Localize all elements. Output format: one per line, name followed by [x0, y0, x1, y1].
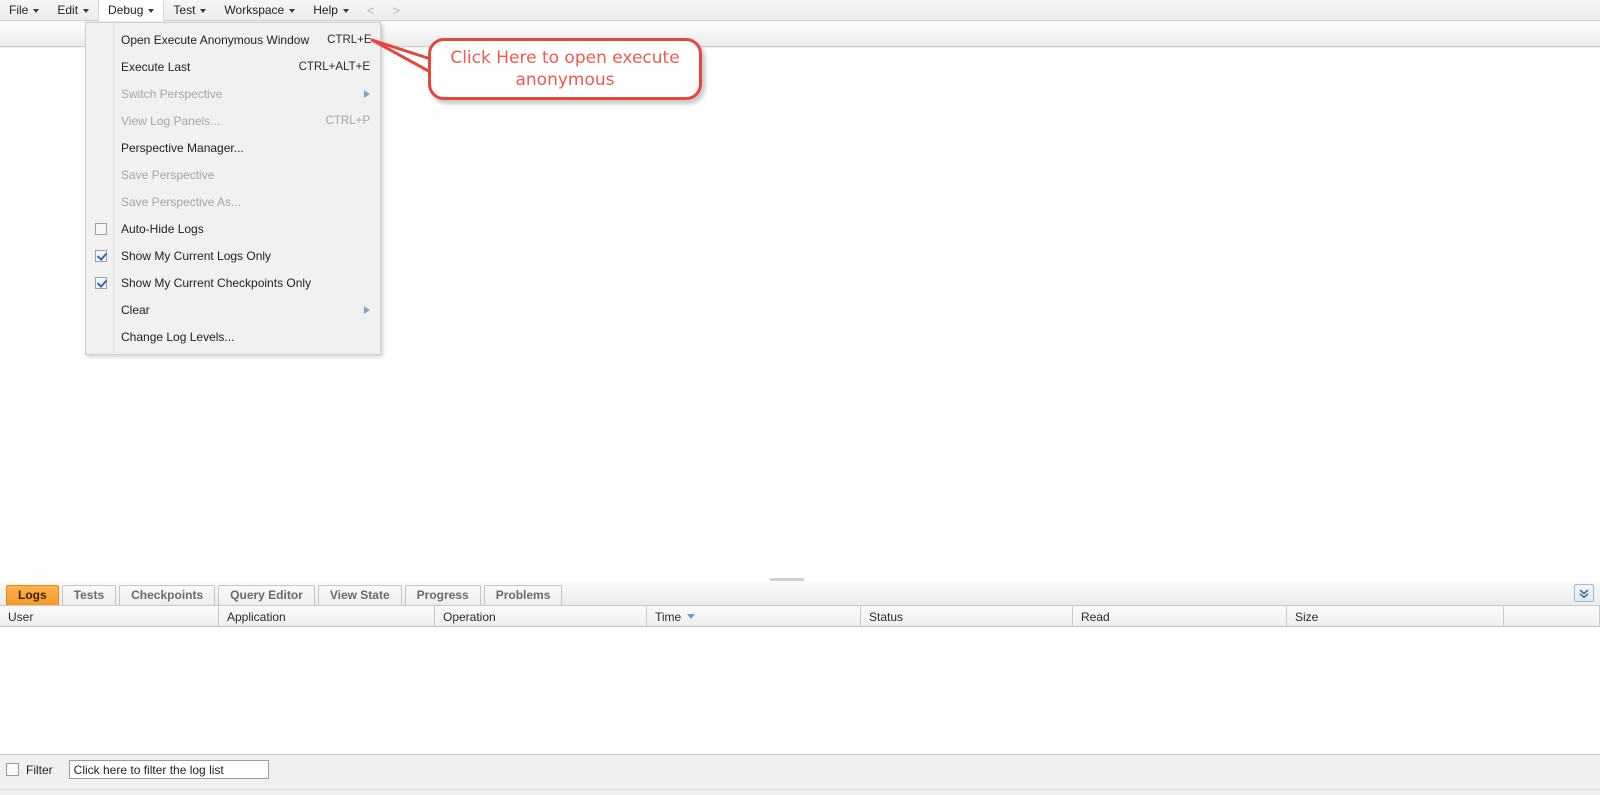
menu-item-change-log-levels[interactable]: Change Log Levels... [86, 323, 380, 350]
status-bar [0, 789, 1600, 795]
log-grid-header: User Application Operation Time Status Read Si… [0, 606, 1600, 627]
bottom-tab-strip: Logs Tests Checkpoints Query Editor View Sta… [0, 582, 1600, 606]
menubar-item-label: Debug [108, 2, 144, 17]
chevron-down-icon [83, 9, 90, 13]
filter-checkbox[interactable] [6, 763, 19, 776]
menubar-item-workspace[interactable]: Workspace [215, 0, 304, 21]
menu-item-shortcut: CTRL+E [327, 33, 372, 46]
menu-item-label: Save Perspective As... [121, 194, 242, 209]
menu-item-label: Show My Current Logs Only [121, 248, 272, 263]
double-chevron-down-icon [1579, 589, 1589, 599]
tab-problems[interactable]: Problems [483, 585, 563, 605]
menu-item-label: Switch Perspective [121, 86, 223, 101]
filter-input[interactable] [68, 760, 269, 779]
tab-query-editor[interactable]: Query Editor [218, 585, 315, 605]
column-header-status[interactable]: Status [861, 606, 1073, 627]
menu-item-execute-last[interactable]: Execute Last CTRL+ALT+E [86, 53, 380, 80]
tab-tests[interactable]: Tests [61, 585, 117, 605]
column-header-label: Operation [443, 609, 496, 624]
column-header-label: Application [227, 609, 286, 624]
menu-bar: File Edit Debug Test Workspace Help < > [0, 0, 1600, 21]
chevron-down-icon [200, 9, 207, 13]
menu-item-shortcut: CTRL+ALT+E [298, 60, 370, 73]
nav-back-arrow[interactable]: < [358, 0, 384, 21]
filter-label: Filter [26, 762, 53, 777]
menu-item-open-execute-anonymous-window[interactable]: Open Execute Anonymous Window CTRL+E [86, 26, 380, 53]
column-header-label: Status [869, 609, 904, 624]
checkbox-unchecked-icon[interactable] [95, 222, 107, 235]
menu-item-label: Perspective Manager... [121, 140, 244, 155]
bottom-panel: Logs Tests Checkpoints Query Editor View Sta… [0, 582, 1600, 795]
menu-item-label: Auto-Hide Logs [121, 221, 204, 236]
menubar-item-edit[interactable]: Edit [48, 0, 98, 21]
checkbox-checked-icon[interactable] [95, 249, 107, 262]
menu-item-auto-hide-logs[interactable]: Auto-Hide Logs [86, 215, 380, 242]
menu-item-show-my-current-logs-only[interactable]: Show My Current Logs Only [86, 242, 380, 269]
column-header-read[interactable]: Read [1073, 606, 1287, 627]
menu-item-save-perspective-as: Save Perspective As... [86, 188, 380, 215]
checkbox-checked-icon[interactable] [95, 276, 107, 289]
menubar-item-label: Edit [57, 2, 79, 17]
log-grid-body[interactable] [0, 627, 1600, 755]
column-header-user[interactable]: User [0, 606, 219, 627]
filter-bar: Filter [0, 755, 1600, 784]
application-window: File Edit Debug Test Workspace Help < > Open … [0, 0, 1600, 795]
chevron-down-icon [289, 9, 296, 13]
menu-item-label: Change Log Levels... [121, 329, 235, 344]
menubar-item-test[interactable]: Test [164, 0, 215, 21]
tab-logs[interactable]: Logs [6, 585, 59, 605]
chevron-right-icon [364, 89, 370, 98]
tab-view-state[interactable]: View State [317, 585, 402, 605]
menubar-item-file[interactable]: File [0, 0, 48, 21]
menubar-item-label: Workspace [224, 2, 285, 17]
chevron-down-icon [33, 9, 40, 13]
menubar-item-label: Help [313, 2, 338, 17]
tab-checkpoints[interactable]: Checkpoints [119, 585, 216, 605]
menu-item-label: Show My Current Checkpoints Only [121, 275, 312, 290]
menu-item-label: Clear [121, 302, 150, 317]
splitter-grip-icon [770, 578, 804, 581]
column-header-label: Time [655, 609, 682, 624]
menu-item-switch-perspective: Switch Perspective [86, 80, 380, 107]
column-header-operation[interactable]: Operation [435, 606, 647, 627]
menu-item-label: View Log Panels... [121, 113, 221, 128]
menubar-item-help[interactable]: Help [304, 0, 358, 21]
chevron-down-icon [148, 9, 155, 13]
column-header-size[interactable]: Size [1287, 606, 1504, 627]
sort-descending-icon [687, 614, 696, 619]
menu-item-label: Open Execute Anonymous Window [121, 32, 310, 47]
menu-item-view-log-panels: View Log Panels... CTRL+P [86, 107, 380, 134]
menu-item-label: Execute Last [121, 59, 191, 74]
menu-item-clear[interactable]: Clear [86, 296, 380, 323]
menu-item-shortcut: CTRL+P [325, 114, 370, 127]
menubar-item-label: File [9, 2, 29, 17]
menu-item-show-my-current-checkpoints-only[interactable]: Show My Current Checkpoints Only [86, 269, 380, 296]
tab-progress[interactable]: Progress [404, 585, 481, 605]
chevron-right-icon [364, 305, 370, 314]
column-header-label: User [8, 609, 34, 624]
column-header-application[interactable]: Application [219, 606, 435, 627]
expand-panel-button[interactable] [1574, 584, 1594, 602]
menubar-item-debug[interactable]: Debug [98, 0, 165, 21]
column-header-time[interactable]: Time [647, 606, 861, 627]
menubar-item-label: Test [173, 2, 196, 17]
chevron-down-icon [342, 9, 349, 13]
column-header-blank[interactable] [1504, 606, 1600, 627]
column-header-label: Size [1295, 609, 1319, 624]
menu-item-save-perspective: Save Perspective [86, 161, 380, 188]
nav-forward-arrow[interactable]: > [384, 0, 410, 21]
debug-dropdown-menu[interactable]: Open Execute Anonymous Window CTRL+E Execu… [85, 22, 381, 355]
menu-item-label: Save Perspective [121, 167, 215, 182]
column-header-label: Read [1081, 609, 1110, 624]
menu-item-perspective-manager[interactable]: Perspective Manager... [86, 134, 380, 161]
